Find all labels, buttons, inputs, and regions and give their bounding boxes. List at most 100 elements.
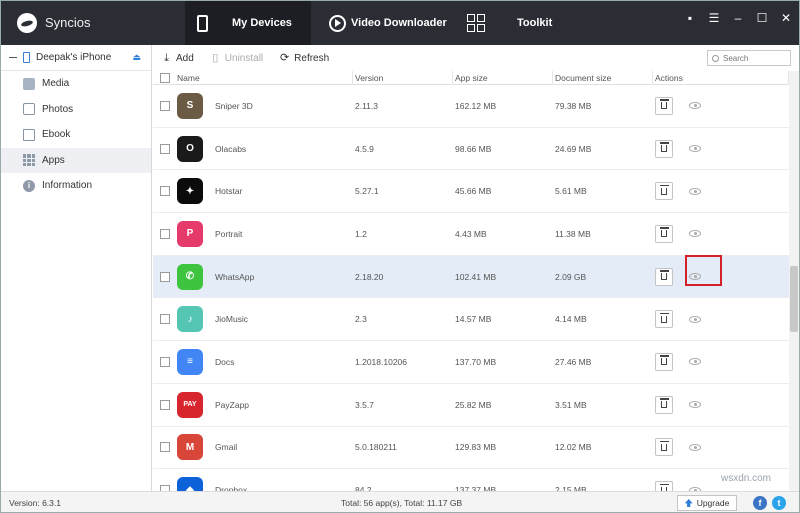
app-size: 4.43 MB [455, 228, 487, 239]
delete-button[interactable] [655, 438, 673, 457]
tab-video-downloader[interactable]: Video Downloader [321, 1, 451, 45]
search-input[interactable] [723, 53, 787, 63]
view-eye-icon[interactable] [689, 358, 701, 366]
row-checkbox[interactable] [160, 186, 170, 197]
column-header-name[interactable]: Name [177, 71, 353, 85]
sidebar-item-apps[interactable]: Apps [1, 147, 151, 173]
select-all-checkbox[interactable] [160, 72, 170, 83]
facebook-icon[interactable]: f [753, 496, 767, 510]
delete-button[interactable] [655, 224, 673, 243]
view-eye-icon[interactable] [689, 145, 701, 153]
delete-button[interactable] [655, 96, 673, 115]
view-eye-icon[interactable] [689, 443, 701, 451]
table-row[interactable]: ≡ Docs 1.2018.10206 137.70 MB 27.46 MB [153, 341, 789, 384]
refresh-label: Refresh [294, 52, 330, 64]
sidebar-item-media[interactable]: Media [1, 71, 151, 97]
table-row[interactable]: O Olacabs 4.5.9 98.66 MB 24.69 MB [153, 128, 789, 171]
menu-icon[interactable]: ☰ [707, 11, 721, 25]
delete-button[interactable] [655, 310, 673, 329]
app-name: Hotstar [215, 186, 243, 197]
add-button[interactable]: ⤓ Add [161, 52, 194, 64]
view-eye-icon[interactable] [689, 102, 701, 110]
view-eye-icon[interactable] [689, 401, 701, 409]
row-checkbox[interactable] [160, 271, 170, 282]
document-size: 12.02 MB [555, 442, 592, 453]
app-name: Portrait [215, 228, 243, 239]
app-icon: ◆ [177, 477, 203, 491]
trash-icon: ▯ [212, 51, 219, 64]
view-eye-icon[interactable] [689, 187, 701, 195]
table-row[interactable]: M Gmail 5.0.180211 129.83 MB 12.02 MB [153, 427, 789, 470]
table-row[interactable]: ♪ JioMusic 2.3 14.57 MB 4.14 MB [153, 298, 789, 342]
column-header-app-size[interactable]: App size [453, 71, 553, 85]
search-box[interactable] [707, 50, 791, 66]
table-row[interactable]: ✦ Hotstar 5.27.1 45.66 MB 5.61 MB [153, 170, 789, 214]
device-phone-icon [23, 52, 30, 63]
twitter-icon[interactable]: t [772, 496, 786, 510]
vertical-scrollbar[interactable] [789, 71, 799, 491]
table-row[interactable]: PAY PayZapp 3.5.7 25.82 MB 3.51 MB [153, 384, 789, 427]
table-row[interactable]: S Sniper 3D 2.11.3 162.12 MB 79.38 MB [153, 85, 789, 128]
close-icon[interactable]: ✕ [779, 11, 793, 25]
eject-icon[interactable]: ⏏ [132, 52, 141, 63]
row-checkbox[interactable] [160, 314, 170, 325]
row-checkbox[interactable] [160, 399, 170, 410]
sidebar-item-information[interactable]: i Information [1, 173, 151, 199]
column-header-version[interactable]: Version [353, 71, 453, 85]
sidebar-item-photos[interactable]: Photos [1, 97, 151, 123]
app-size: 102.41 MB [455, 271, 497, 282]
row-checkbox[interactable] [160, 100, 170, 111]
sidebar-item-label: Apps [42, 154, 65, 166]
app-name: PayZapp [215, 399, 250, 410]
media-icon [23, 77, 35, 90]
sidebar-item-label: Media [42, 78, 70, 90]
maximize-icon[interactable]: ☐ [755, 11, 769, 25]
row-checkbox[interactable] [160, 143, 170, 154]
delete-button[interactable] [655, 352, 673, 371]
refresh-icon: ⟳ [280, 51, 290, 64]
app-size: 98.66 MB [455, 143, 492, 154]
document-size: 11.38 MB [555, 228, 591, 239]
delete-button[interactable] [655, 267, 673, 286]
row-checkbox[interactable] [160, 356, 170, 367]
delete-button[interactable] [655, 481, 673, 491]
row-checkbox[interactable] [160, 442, 170, 453]
delete-button[interactable] [655, 182, 673, 201]
tab-toolkit[interactable]: Toolkit [461, 1, 581, 45]
table-row[interactable]: ◆ Dropbox 84.2 137.37 MB 2.15 MB [153, 469, 789, 491]
table-row[interactable]: P Portrait 1.2 4.43 MB 11.38 MB [153, 213, 789, 256]
refresh-button[interactable]: ⟳ Refresh [279, 51, 330, 64]
delete-button[interactable] [655, 139, 673, 158]
scrollbar-thumb[interactable] [790, 266, 798, 332]
toolbar: ⤓ Add ▯ Uninstall ⟳ Refresh [153, 45, 799, 71]
device-selector[interactable]: Deepak's iPhone ⏏ [1, 45, 151, 71]
row-actions [653, 224, 789, 243]
app-icon: S [177, 92, 203, 119]
device-name: Deepak's iPhone [36, 52, 112, 63]
collapse-icon[interactable] [9, 57, 17, 58]
play-icon [329, 14, 346, 32]
row-actions [653, 438, 789, 457]
search-icon [712, 54, 719, 62]
delete-button[interactable] [655, 395, 673, 414]
app-name-cell: ◆ Dropbox [177, 477, 353, 491]
app-name: JioMusic [215, 314, 249, 325]
message-icon[interactable]: ▪ [683, 11, 697, 25]
app-size: 137.70 MB [455, 356, 497, 367]
total-summary: Total: 56 app(s), Total: 11.17 GB [341, 498, 463, 508]
minimize-icon[interactable]: – [731, 11, 745, 25]
view-eye-icon[interactable] [689, 315, 701, 323]
tab-my-devices[interactable]: My Devices [185, 1, 311, 45]
row-checkbox[interactable] [160, 228, 170, 239]
uninstall-button[interactable]: ▯ Uninstall [210, 51, 263, 64]
table-header: Name Version App size Document size Acti… [153, 71, 789, 85]
trash-icon [660, 312, 669, 323]
sidebar: Deepak's iPhone ⏏ Media Photos Ebook App… [1, 45, 152, 491]
row-actions [653, 96, 789, 115]
view-eye-icon[interactable] [689, 230, 701, 238]
upgrade-button[interactable]: Upgrade [677, 495, 737, 511]
column-header-document-size[interactable]: Document size [553, 71, 653, 85]
app-version: 2.18.20 [355, 271, 384, 282]
sidebar-item-ebook[interactable]: Ebook [1, 122, 151, 148]
row-actions [653, 139, 789, 158]
